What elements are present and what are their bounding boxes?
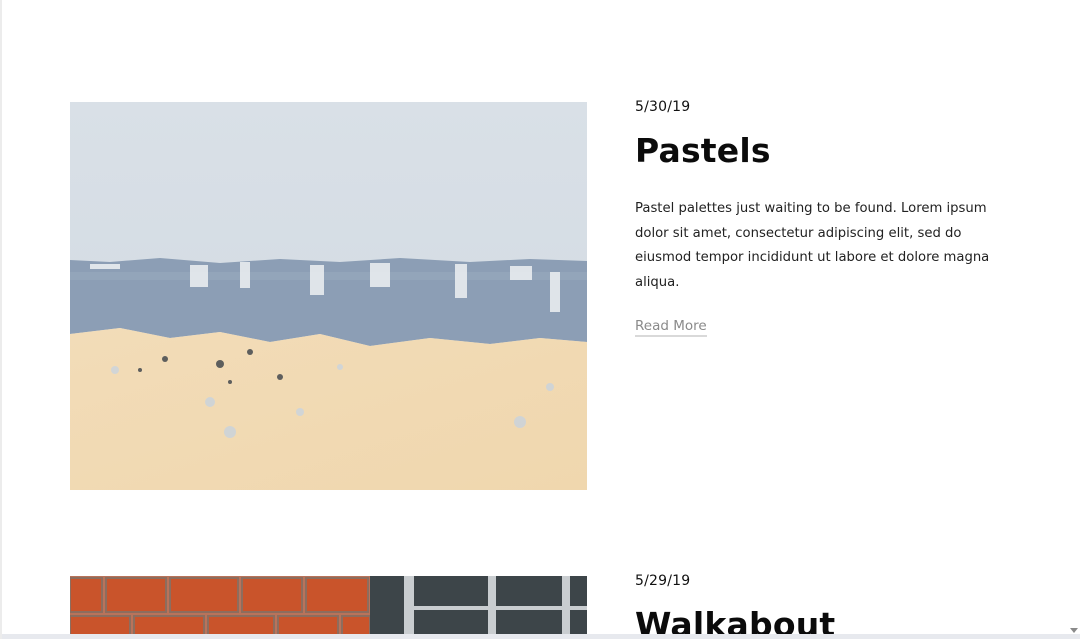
post-title[interactable]: Pastels	[635, 132, 1015, 170]
horizontal-scrollbar-track[interactable]	[2, 634, 1080, 639]
post-body: 5/29/19 Walkabout	[635, 573, 1015, 639]
post-image-walkabout[interactable]	[70, 576, 587, 636]
read-more-link[interactable]: Read More	[635, 318, 707, 337]
pastel-wall-illustration	[70, 102, 587, 490]
post-excerpt: Pastel palettes just waiting to be found…	[635, 201, 990, 290]
post-date: 5/29/19	[635, 573, 691, 589]
blog-page: 5/30/19 Pastels Pastel palettes just wai…	[0, 0, 1080, 639]
brick-wall-illustration	[70, 576, 587, 636]
post-image-pastels[interactable]	[70, 102, 587, 490]
post-date: 5/30/19	[635, 99, 691, 115]
scroll-down-icon[interactable]	[1070, 628, 1078, 633]
post-body: 5/30/19 Pastels Pastel palettes just wai…	[635, 99, 1015, 337]
